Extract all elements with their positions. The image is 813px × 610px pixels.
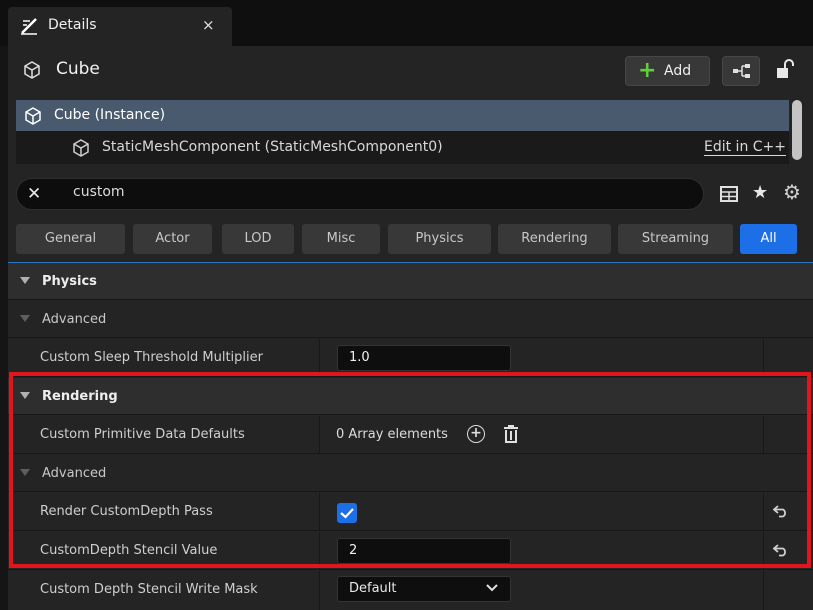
category-label: Rendering [42,389,118,404]
close-icon[interactable]: × [202,16,215,34]
expand-arrow-icon [20,469,30,476]
component-tree: Cube (Instance) StaticMeshComponent (Sta… [16,100,789,164]
search-input[interactable] [73,184,673,200]
gear-icon[interactable]: ⚙ [783,180,801,204]
chevron-down-icon [486,584,498,592]
property-label: Render CustomDepth Pass [40,504,213,519]
cube-icon [25,107,41,125]
category-physics[interactable]: Physics [8,263,813,300]
filter-streaming[interactable]: Streaming [618,224,733,254]
reset-to-default-icon[interactable] [773,543,789,557]
filter-lod[interactable]: LOD [222,224,294,254]
tree-item-label: Cube (Instance) [54,107,166,123]
property-render-custom-depth: Render CustomDepth Pass [8,493,813,531]
blueprint-icon [733,64,750,78]
expand-arrow-icon [20,315,30,322]
tree-item-label: StaticMeshComponent (StaticMeshComponent… [102,139,443,155]
trash-icon[interactable] [503,424,519,444]
property-grid: Physics Advanced Custom Sleep Threshold … [8,262,813,610]
actor-name: Cube [56,59,100,79]
tree-scrollbar[interactable] [792,100,802,160]
category-label: Physics [42,274,97,289]
tree-item-component[interactable]: StaticMeshComponent (StaticMeshComponent… [16,132,789,164]
stencil-write-mask-dropdown[interactable]: Default [337,576,511,602]
star-icon[interactable]: ★ [752,182,768,203]
details-icon [21,18,37,35]
reset-to-default-icon[interactable] [773,504,789,518]
add-plus-icon: + [638,58,657,83]
filter-general[interactable]: General [16,224,125,254]
array-count: 0 Array elements [336,427,448,442]
cube-icon [24,61,40,79]
filter-misc[interactable]: Misc [302,224,380,254]
dropdown-value: Default [349,581,397,596]
tab-title: Details [48,17,97,33]
edit-in-cpp-link[interactable]: Edit in C++ [704,139,787,156]
expand-arrow-icon [20,277,30,284]
filter-physics[interactable]: Physics [388,224,491,254]
clear-search-icon[interactable]: ✕ [27,184,41,204]
blueprint-button[interactable] [722,56,760,86]
filter-rendering[interactable]: Rendering [498,224,611,254]
checkmark-icon [340,508,354,519]
property-stencil-write-mask: Custom Depth Stencil Write Mask Default [8,571,813,610]
advanced-rendering[interactable]: Advanced [8,455,813,492]
add-label: Add [664,63,692,79]
render-custom-depth-checkbox[interactable] [337,503,357,523]
category-filters: General Actor LOD Misc Physics Rendering… [16,224,806,254]
add-component-button[interactable]: + Add [625,56,710,86]
unlock-icon[interactable] [776,59,794,79]
property-label: Custom Sleep Threshold Multiplier [40,350,263,365]
advanced-physics[interactable]: Advanced [8,301,813,338]
filter-actor[interactable]: Actor [133,224,212,254]
category-rendering[interactable]: Rendering [8,378,813,415]
tree-item-root[interactable]: Cube (Instance) [16,100,789,131]
expand-arrow-icon [20,392,30,399]
details-panel: Cube + Add Cube (Instance) StaticMeshCom… [8,46,813,610]
tab-details[interactable]: Details × [8,7,232,46]
actor-header: Cube + Add [8,46,813,96]
search-box: ✕ [16,178,704,210]
property-sleep-threshold: Custom Sleep Threshold Multiplier 1.0 [8,339,813,377]
advanced-label: Advanced [42,312,107,327]
property-label: Custom Depth Stencil Write Mask [40,582,258,597]
property-label: CustomDepth Stencil Value [40,543,218,558]
table-view-icon[interactable] [720,186,738,202]
static-mesh-icon [73,139,89,157]
tab-strip: Details × [0,0,813,46]
stencil-value-input[interactable]: 2 [337,538,511,564]
sleep-threshold-input[interactable]: 1.0 [337,345,511,371]
property-label: Custom Primitive Data Defaults [40,427,245,442]
filter-all[interactable]: All [740,224,797,254]
property-stencil-value: CustomDepth Stencil Value 2 [8,532,813,570]
property-custom-primitive-data: Custom Primitive Data Defaults 0 Array e… [8,416,813,454]
add-element-icon[interactable]: + [467,425,485,443]
advanced-label: Advanced [42,466,107,481]
